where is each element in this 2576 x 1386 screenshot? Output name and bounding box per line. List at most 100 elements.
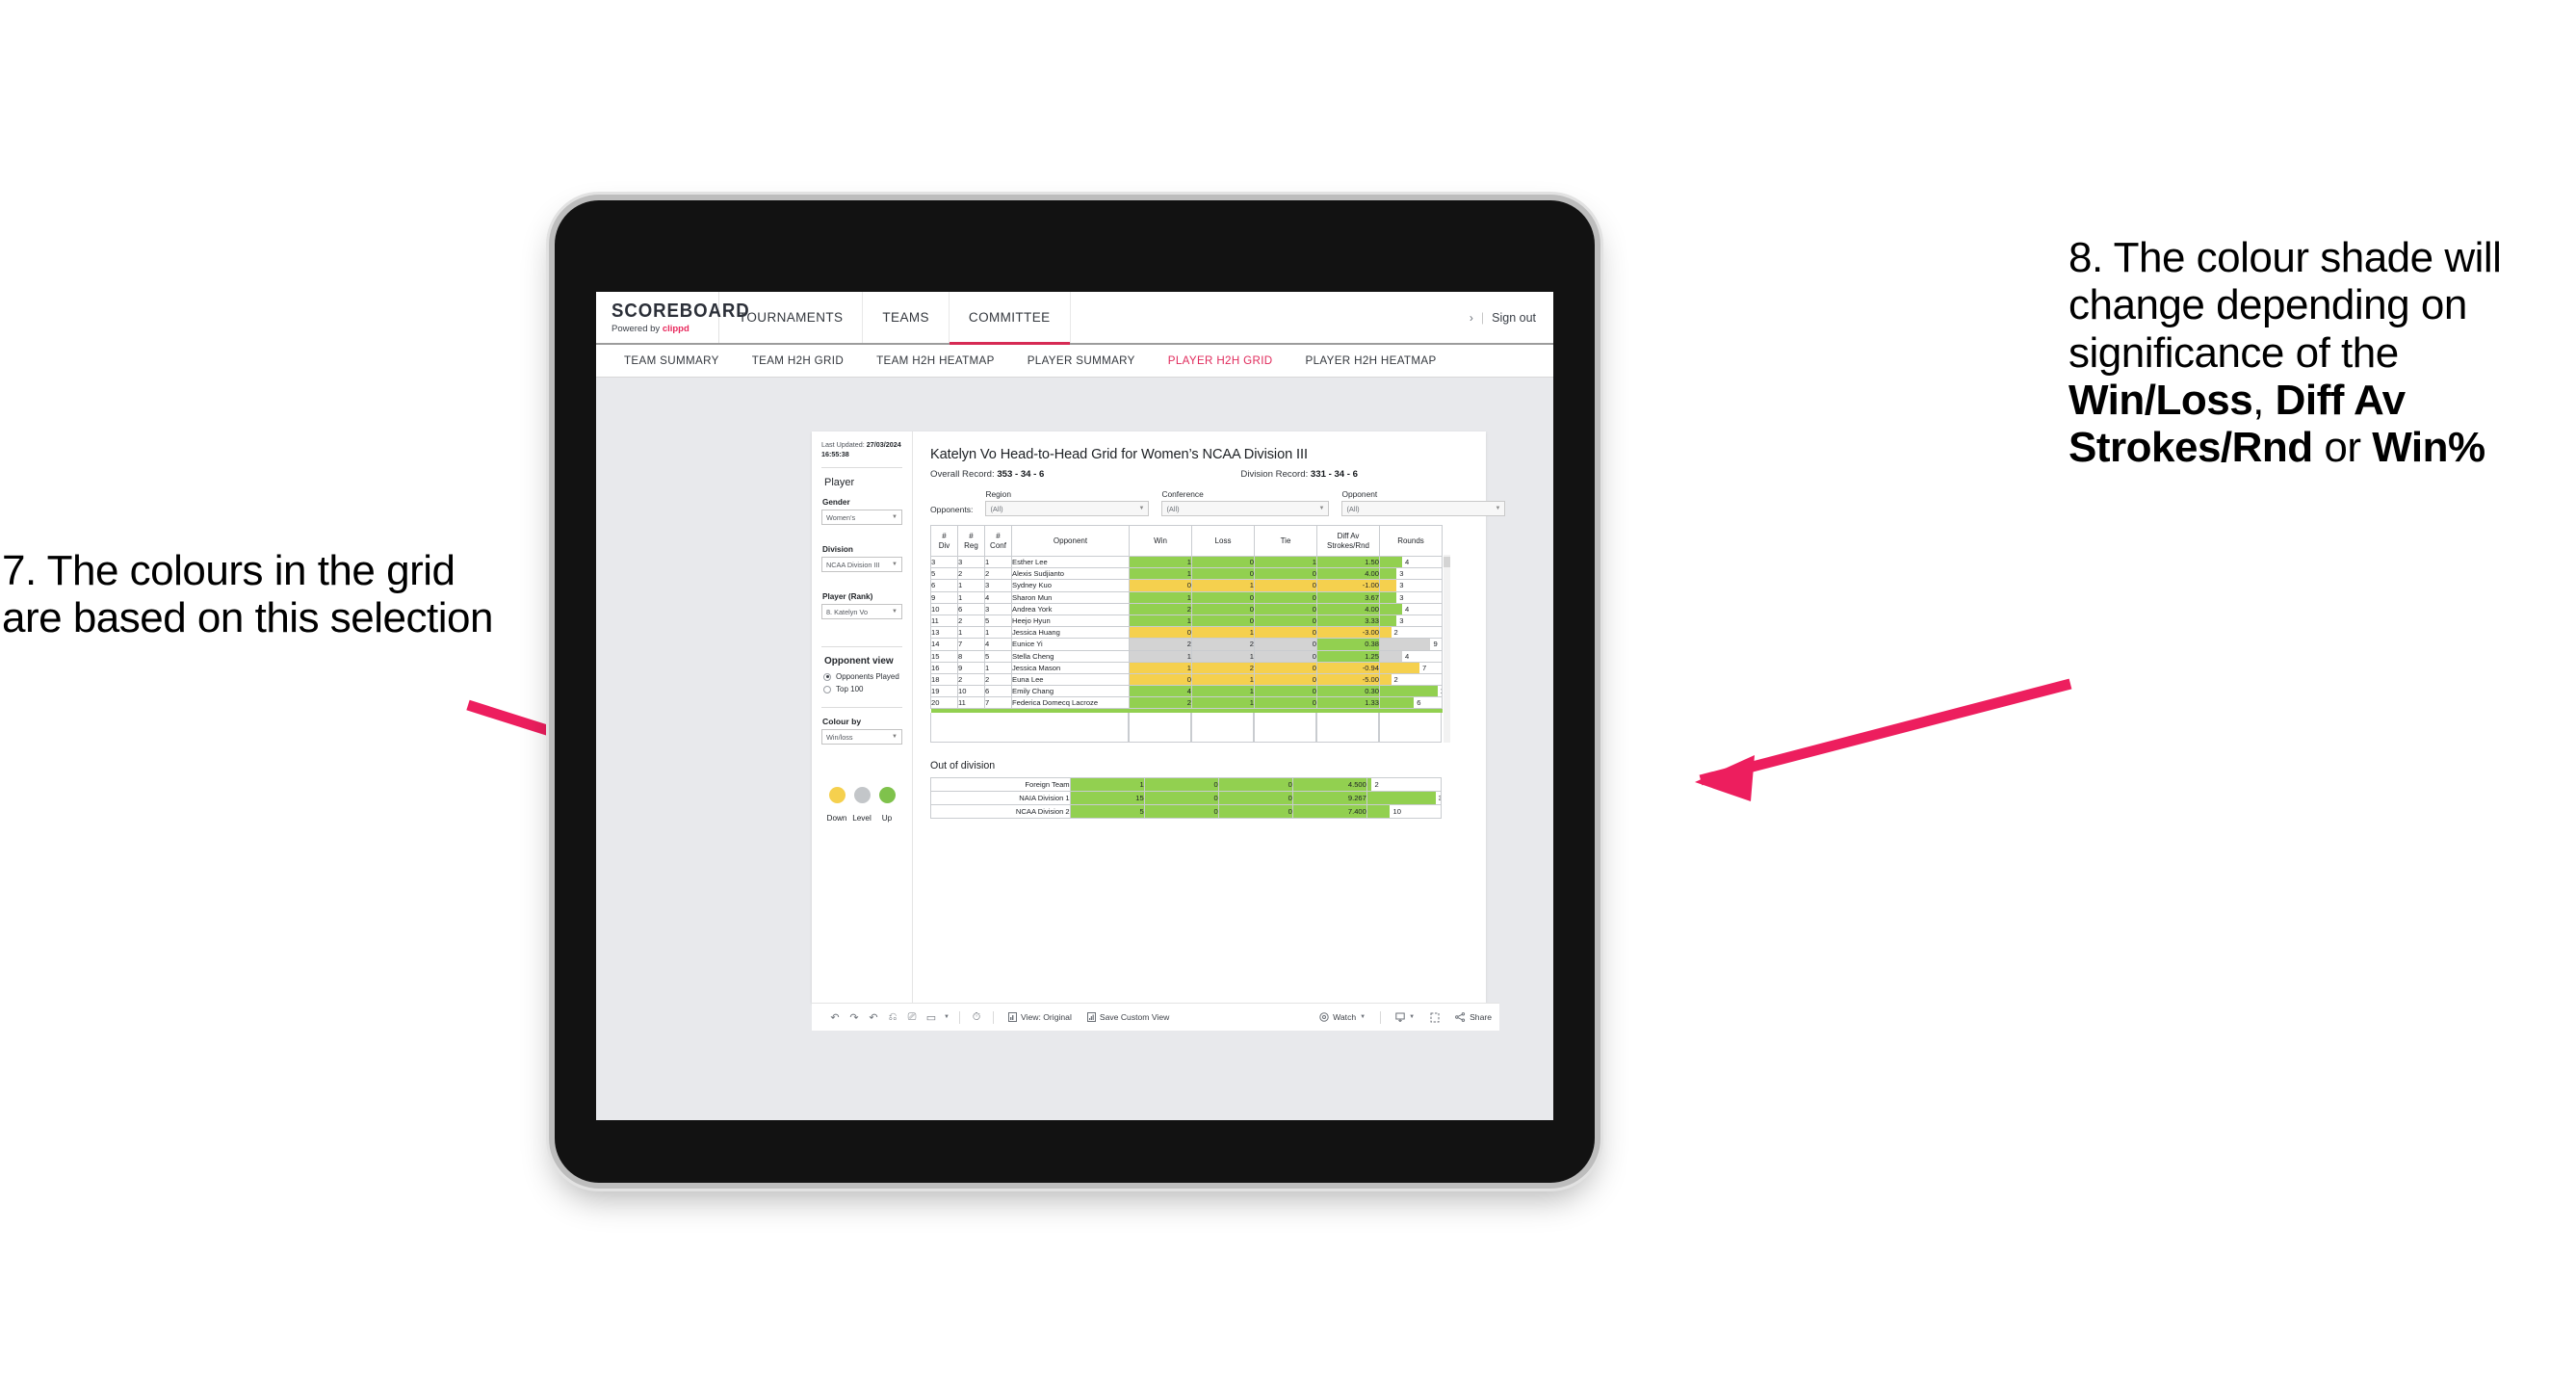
table-row[interactable]: NAIA Division 115009.26730 xyxy=(930,791,1443,806)
chevron-down-icon: ▼ xyxy=(1360,1014,1366,1020)
colour-legend: Down Level Up xyxy=(821,787,902,823)
cell-win: 0 xyxy=(1129,626,1192,640)
cell-tie: 0 xyxy=(1254,579,1317,592)
refresh-data-icon[interactable]: ⎌ xyxy=(883,1011,902,1024)
cell-loss: 1 xyxy=(1191,626,1255,640)
cell-conf: 5 xyxy=(984,614,1012,628)
table-row[interactable]: 15 8 5 Stella Cheng 1 1 0 1.25 4 xyxy=(930,649,1443,663)
region-value: (All) xyxy=(990,504,1003,513)
grid-scrollbar-track[interactable] xyxy=(1444,555,1450,744)
cell-rounds: 6 xyxy=(1379,696,1443,710)
device-layout-icon[interactable]: ▭ xyxy=(922,1011,941,1024)
chevron-down-icon: ▼ xyxy=(1409,1014,1416,1020)
division-select[interactable]: NCAA Division III ▼ xyxy=(821,557,902,573)
table-row[interactable]: 14 7 4 Eunice Yi 2 2 0 0.38 9 xyxy=(930,638,1443,651)
player-rank-select[interactable]: 8. Katelyn Vo ▼ xyxy=(821,604,902,620)
col-reg-l1: # xyxy=(969,532,974,541)
revert-icon[interactable]: ↶ xyxy=(864,1011,883,1024)
table-row[interactable]: 16 9 1 Jessica Mason 1 2 0 -0.94 7 xyxy=(930,661,1443,674)
col-reg[interactable]: # Reg xyxy=(957,525,985,557)
fullscreen-button[interactable] xyxy=(1422,1012,1447,1023)
view-original-button[interactable]: View: Original xyxy=(1001,1012,1080,1022)
tablet-screen: SCOREBOARD Powered by clippd TOURNAMENTS… xyxy=(596,292,1553,1120)
table-row[interactable]: 10 6 3 Andrea York 2 0 0 4.00 4 xyxy=(930,602,1443,615)
subnav-player-summary[interactable]: PLAYER SUMMARY xyxy=(1011,354,1152,367)
chevron-down-icon: ▼ xyxy=(1138,506,1145,511)
legend-item-down: Down xyxy=(824,787,849,823)
cell-loss: 2 xyxy=(1191,638,1255,651)
cell-win: 2 xyxy=(1129,696,1192,710)
nav-tab-teams[interactable]: TEAMS xyxy=(863,292,950,343)
cell-rounds: 2 xyxy=(1379,672,1443,687)
radio-top-100[interactable]: Top 100 xyxy=(823,685,902,693)
table-row[interactable]: 9 1 4 Sharon Mun 1 0 0 3.67 3 xyxy=(930,590,1443,604)
cell-diff: 0.30 xyxy=(1316,685,1380,698)
conference-select[interactable]: (All) ▼ xyxy=(1161,501,1330,516)
chevron-right-icon[interactable]: › xyxy=(1470,311,1473,325)
redo-icon[interactable]: ↷ xyxy=(845,1011,864,1024)
table-row[interactable]: 6 1 3 Sydney Kuo 0 1 0 -1.00 3 xyxy=(930,579,1443,592)
cell-win: 15 xyxy=(1069,791,1145,806)
col-rounds[interactable]: Rounds xyxy=(1379,525,1443,557)
grid-scrollbar-thumb[interactable] xyxy=(1444,557,1450,567)
radio-opponents-played[interactable]: Opponents Played xyxy=(823,672,902,681)
table-row[interactable]: 18 2 2 Euna Lee 0 1 0 -5.00 2 xyxy=(930,672,1443,687)
table-row[interactable]: 11 2 5 Heejo Hyun 1 0 0 3.33 3 xyxy=(930,614,1443,628)
col-opponent[interactable]: Opponent xyxy=(1011,525,1130,557)
opponent-select[interactable]: (All) ▼ xyxy=(1341,501,1506,516)
footer-seg-diff xyxy=(1316,713,1379,744)
page-title: Katelyn Vo Head-to-Head Grid for Women’s… xyxy=(930,447,1308,462)
nav-tab-committee[interactable]: COMMITTEE xyxy=(949,292,1071,345)
brand-logo[interactable]: SCOREBOARD Powered by clippd xyxy=(596,292,749,343)
footer-seg-win xyxy=(1129,713,1191,744)
col-div[interactable]: # Div xyxy=(930,525,958,557)
cell-opponent: Sharon Mun xyxy=(1011,590,1130,604)
save-custom-view-button[interactable]: Save Custom View xyxy=(1080,1012,1177,1022)
subnav-team-h2h-heatmap[interactable]: TEAM H2H HEATMAP xyxy=(860,354,1011,367)
col-diff[interactable]: Diff Av Strokes/Rnd xyxy=(1316,525,1380,557)
chevron-down-icon[interactable]: ▼ xyxy=(941,1014,952,1020)
sign-out-link[interactable]: Sign out xyxy=(1492,311,1536,325)
subnav-player-h2h-grid[interactable]: PLAYER H2H GRID xyxy=(1152,354,1289,367)
download-button[interactable]: ▼ xyxy=(1388,1012,1422,1022)
cell-div: 16 xyxy=(930,661,958,674)
table-row[interactable]: Foreign Team 1 0 0 4.500 2 xyxy=(930,777,1443,793)
nav-tab-tournaments[interactable]: TOURNAMENTS xyxy=(719,292,864,343)
gender-value: Women’s xyxy=(826,512,856,522)
col-tie[interactable]: Tie xyxy=(1254,525,1317,557)
history-icon[interactable]: ⏱ xyxy=(967,1011,986,1024)
col-conf[interactable]: # Conf xyxy=(984,525,1012,557)
subnav-player-h2h-heatmap[interactable]: PLAYER H2H HEATMAP xyxy=(1289,354,1453,367)
table-row[interactable]: 3 3 1 Esther Lee 1 0 1 1.50 4 xyxy=(930,555,1443,569)
subnav-team-h2h-grid[interactable]: TEAM H2H GRID xyxy=(736,354,860,367)
pause-updates-icon[interactable]: ⎚ xyxy=(902,1011,922,1024)
radio-dot-icon xyxy=(823,672,831,681)
table-row[interactable]: NCAA Division 2 5 0 0 7.400 10 xyxy=(930,804,1443,820)
subnav-team-summary[interactable]: TEAM SUMMARY xyxy=(608,354,736,367)
gender-select[interactable]: Women’s ▼ xyxy=(821,510,902,526)
undo-icon[interactable]: ↶ xyxy=(825,1011,845,1024)
colour-by-select[interactable]: Win/loss ▼ xyxy=(821,729,902,745)
chevron-down-icon: ▼ xyxy=(892,514,898,521)
table-row[interactable]: 20 11 7 Federica Domecq Lacroze 2 1 0 1.33 6 xyxy=(930,696,1443,710)
last-updated-label: Last Updated: xyxy=(821,440,867,449)
table-row[interactable]: 13 1 1 Jessica Huang 0 1 0 -3.00 2 xyxy=(930,626,1443,640)
watch-button[interactable]: Watch ▼ xyxy=(1312,1012,1373,1022)
cell-opponent: Emily Chang xyxy=(1011,685,1130,698)
player-rank-value: 8. Katelyn Vo xyxy=(826,607,869,616)
cell-conf: 5 xyxy=(984,649,1012,663)
grid-footer-strip xyxy=(930,713,1442,744)
cell-loss: 1 xyxy=(1191,685,1255,698)
table-row[interactable]: 5 2 2 Alexis Sudjianto 1 0 0 4.00 3 xyxy=(930,567,1443,581)
share-button[interactable]: Share xyxy=(1447,1012,1499,1022)
region-select[interactable]: (All) ▼ xyxy=(985,501,1150,516)
filter-panel: Last Updated: 27/03/2024 16:55:38 Player… xyxy=(812,431,912,1003)
table-row[interactable]: 19106Emily Chang4100.3011 xyxy=(930,685,1443,698)
col-win[interactable]: Win xyxy=(1129,525,1192,557)
col-loss[interactable]: Loss xyxy=(1191,525,1255,557)
watch-icon xyxy=(1319,1012,1329,1022)
cell-tie: 0 xyxy=(1217,804,1293,820)
legend-label-level: Level xyxy=(852,814,872,824)
footer-seg-loss xyxy=(1191,713,1254,744)
save-custom-view-label: Save Custom View xyxy=(1099,1012,1170,1022)
